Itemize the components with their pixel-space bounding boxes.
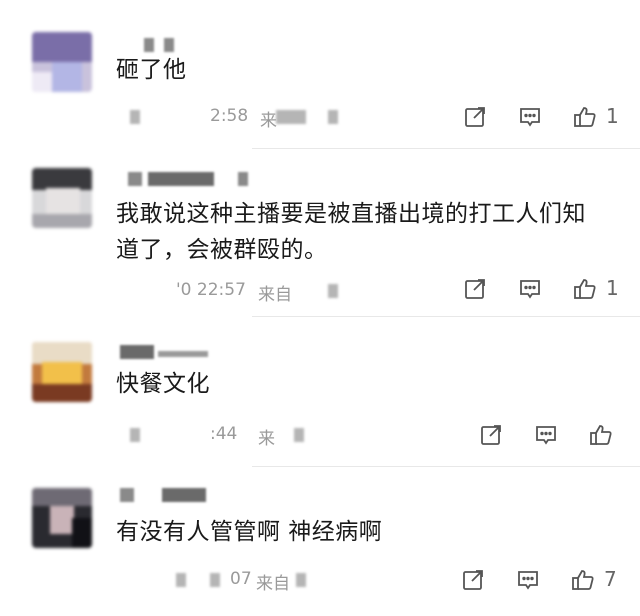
like-button[interactable]: [570, 274, 600, 304]
avatar[interactable]: [32, 342, 92, 402]
like-count: 1: [606, 104, 619, 128]
like-count: 1: [606, 276, 619, 300]
comment-icon: [520, 280, 540, 299]
like-button[interactable]: [568, 565, 598, 595]
share-button[interactable]: [458, 565, 488, 595]
comment-text-line: 有没有人管管啊 神经病啊: [116, 519, 383, 545]
comment-text: 我敢说这种主播要是被直播出境的打工人们知 道了，会被群殴的。: [116, 196, 616, 268]
share-icon: [465, 107, 485, 127]
thumbs-up-icon: [572, 570, 594, 590]
thumbs-up-icon: [574, 107, 596, 127]
thumbs-up-icon: [574, 279, 596, 299]
share-button[interactable]: [476, 420, 506, 450]
comment-icon: [518, 571, 538, 590]
like-button[interactable]: [586, 420, 616, 450]
divider: [252, 316, 640, 317]
like-count: 7: [604, 567, 617, 591]
comment-text-line: 我敢说这种主播要是被直播出境的打工人们知: [116, 201, 586, 227]
like-button[interactable]: [570, 102, 600, 132]
share-button[interactable]: [460, 102, 490, 132]
comment-text: 砸了他: [116, 52, 616, 88]
avatar[interactable]: [32, 168, 92, 228]
reply-button[interactable]: [515, 274, 545, 304]
comment-text: 快餐文化: [116, 366, 616, 402]
share-icon: [465, 279, 485, 299]
share-icon: [481, 425, 501, 445]
comment-text: 有没有人管管啊 神经病啊: [116, 514, 616, 550]
reply-button[interactable]: [513, 565, 543, 595]
divider: [252, 466, 640, 467]
comment-text-line: 道了，会被群殴的。: [116, 237, 328, 263]
comment-icon: [520, 108, 540, 127]
thumbs-up-icon: [590, 425, 612, 445]
avatar[interactable]: [32, 32, 92, 92]
comment-text-line: 快餐文化: [116, 371, 210, 397]
share-icon: [463, 570, 483, 590]
reply-button[interactable]: [531, 420, 561, 450]
divider: [252, 148, 640, 149]
reply-button[interactable]: [515, 102, 545, 132]
avatar[interactable]: [32, 488, 92, 548]
comment-text-line: 砸了他: [116, 57, 187, 83]
share-button[interactable]: [460, 274, 490, 304]
comment-icon: [536, 426, 556, 445]
